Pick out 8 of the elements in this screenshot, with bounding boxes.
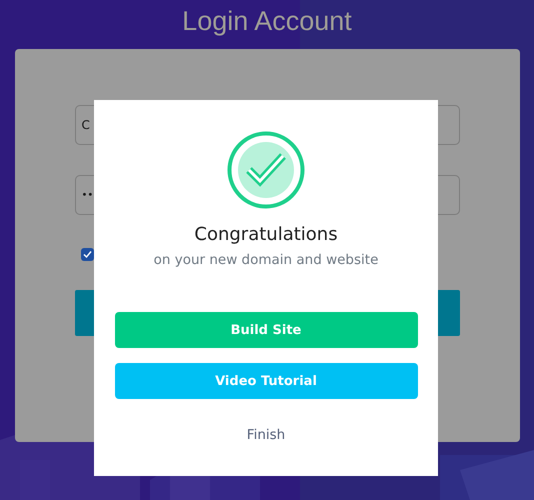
check-icon	[227, 131, 305, 209]
page-title: Login Account	[182, 5, 352, 38]
checkbox[interactable]	[80, 248, 94, 261]
dialog-title: Congratulations	[194, 223, 338, 247]
video-tutorial-button[interactable]: Video Tutorial	[114, 363, 418, 399]
dialog-subtitle: on your new domain and website	[154, 251, 378, 270]
build-site-button[interactable]: Build Site	[114, 312, 418, 348]
finish-link[interactable]: Finish	[238, 423, 294, 447]
